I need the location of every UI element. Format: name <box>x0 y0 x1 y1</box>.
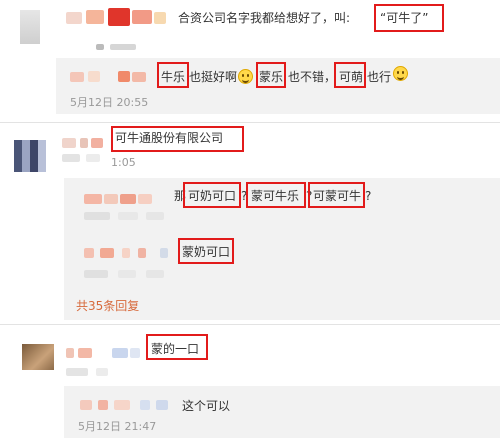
username-blurred[interactable] <box>66 348 74 358</box>
reply-username-blurred[interactable] <box>88 71 100 82</box>
meta-blurred <box>96 44 104 50</box>
username-blurred[interactable] <box>112 348 128 358</box>
reply-username-blurred[interactable] <box>100 248 114 258</box>
meta-blurred <box>146 212 164 220</box>
meta-blurred <box>118 212 138 220</box>
meta-blurred <box>84 270 108 278</box>
reply-username-blurred[interactable] <box>104 194 118 204</box>
highlight-box <box>308 182 365 208</box>
comment-timestamp: 1:05 <box>111 156 136 169</box>
highlight-box <box>256 62 286 88</box>
highlight-box <box>111 126 244 152</box>
reply-text: 也行 <box>367 70 392 84</box>
comment-text: 合资公司名字我都给想好了，叫: <box>178 11 351 25</box>
meta-blurred <box>146 270 164 278</box>
smile-emoji-icon <box>393 66 408 81</box>
reply-username-blurred[interactable] <box>140 400 150 410</box>
avatar[interactable] <box>20 10 40 44</box>
reply-username-blurred[interactable] <box>70 72 84 82</box>
username-blurred[interactable] <box>130 348 140 358</box>
reply-text: 也挺好啊 <box>189 70 238 84</box>
comment-1: 合资公司名字我都给想好了，叫: “可牛了” 牛乐 也挺好啊 蒙乐 也不错， 可萌… <box>0 0 500 118</box>
highlight-box <box>157 62 189 88</box>
reply-text: 这个可以 <box>182 399 231 413</box>
meta-blurred <box>86 154 100 162</box>
avatar[interactable] <box>14 140 46 172</box>
reply-text: 也不错， <box>288 70 337 84</box>
highlight-box <box>146 334 208 360</box>
reply-username-blurred[interactable] <box>98 400 108 410</box>
highlight-box <box>374 4 444 32</box>
reply-username-blurred[interactable] <box>138 194 152 204</box>
reply-username-blurred[interactable] <box>156 400 168 410</box>
reply-username-blurred[interactable] <box>80 400 92 410</box>
highlight-box <box>246 182 306 208</box>
more-replies-link[interactable]: 共35条回复 <box>76 298 139 314</box>
username-blurred[interactable] <box>66 12 82 24</box>
username-blurred[interactable] <box>108 8 130 26</box>
reply-username-blurred[interactable] <box>114 400 130 410</box>
username-blurred[interactable] <box>80 138 88 148</box>
reply-username-blurred[interactable] <box>160 248 168 258</box>
username-blurred[interactable] <box>154 12 166 24</box>
reply-username-blurred[interactable] <box>132 72 146 82</box>
reply-list: 这个可以 5月12日 21:47 <box>64 386 500 438</box>
meta-blurred <box>62 154 80 162</box>
comment-3: 蒙的一口 这个可以 5月12日 21:47 <box>0 326 500 438</box>
reply-username-blurred[interactable] <box>118 71 130 82</box>
meta-blurred <box>96 368 108 376</box>
username-blurred[interactable] <box>86 10 104 24</box>
meta-blurred <box>66 368 88 376</box>
smile-emoji-icon <box>238 69 253 84</box>
divider <box>0 324 500 325</box>
reply-text: ? <box>365 189 372 203</box>
reply-username-blurred[interactable] <box>84 248 94 258</box>
meta-blurred <box>118 270 136 278</box>
reply-username-blurred[interactable] <box>122 248 130 258</box>
highlight-box <box>334 62 366 88</box>
avatar[interactable] <box>22 344 54 370</box>
reply-username-blurred[interactable] <box>138 248 146 258</box>
username-blurred[interactable] <box>132 10 152 24</box>
reply-username-blurred[interactable] <box>84 194 102 204</box>
reply-list: 那 可奶可口 ? 蒙可牛乐 ? 可蒙可牛 ? 蒙奶可口 共35条回复 <box>64 178 500 320</box>
meta-blurred <box>84 212 110 220</box>
username-blurred[interactable] <box>62 138 76 148</box>
reply-timestamp: 5月12日 20:55 <box>70 96 149 109</box>
highlight-box <box>178 238 234 264</box>
reply-timestamp: 5月12日 21:47 <box>78 420 157 433</box>
meta-blurred <box>110 44 136 50</box>
divider <box>0 122 500 123</box>
username-blurred[interactable] <box>91 138 103 148</box>
reply-username-blurred[interactable] <box>120 194 136 204</box>
highlight-box <box>183 182 241 208</box>
comment-2: 可牛通股份有限公司 1:05 那 可奶可口 ? 蒙可牛乐 ? 可蒙可牛 ? 蒙奶… <box>0 124 500 320</box>
username-blurred[interactable] <box>78 348 92 358</box>
reply-list: 牛乐 也挺好啊 蒙乐 也不错， 可萌 也行 5月12日 20:55 <box>56 58 500 114</box>
